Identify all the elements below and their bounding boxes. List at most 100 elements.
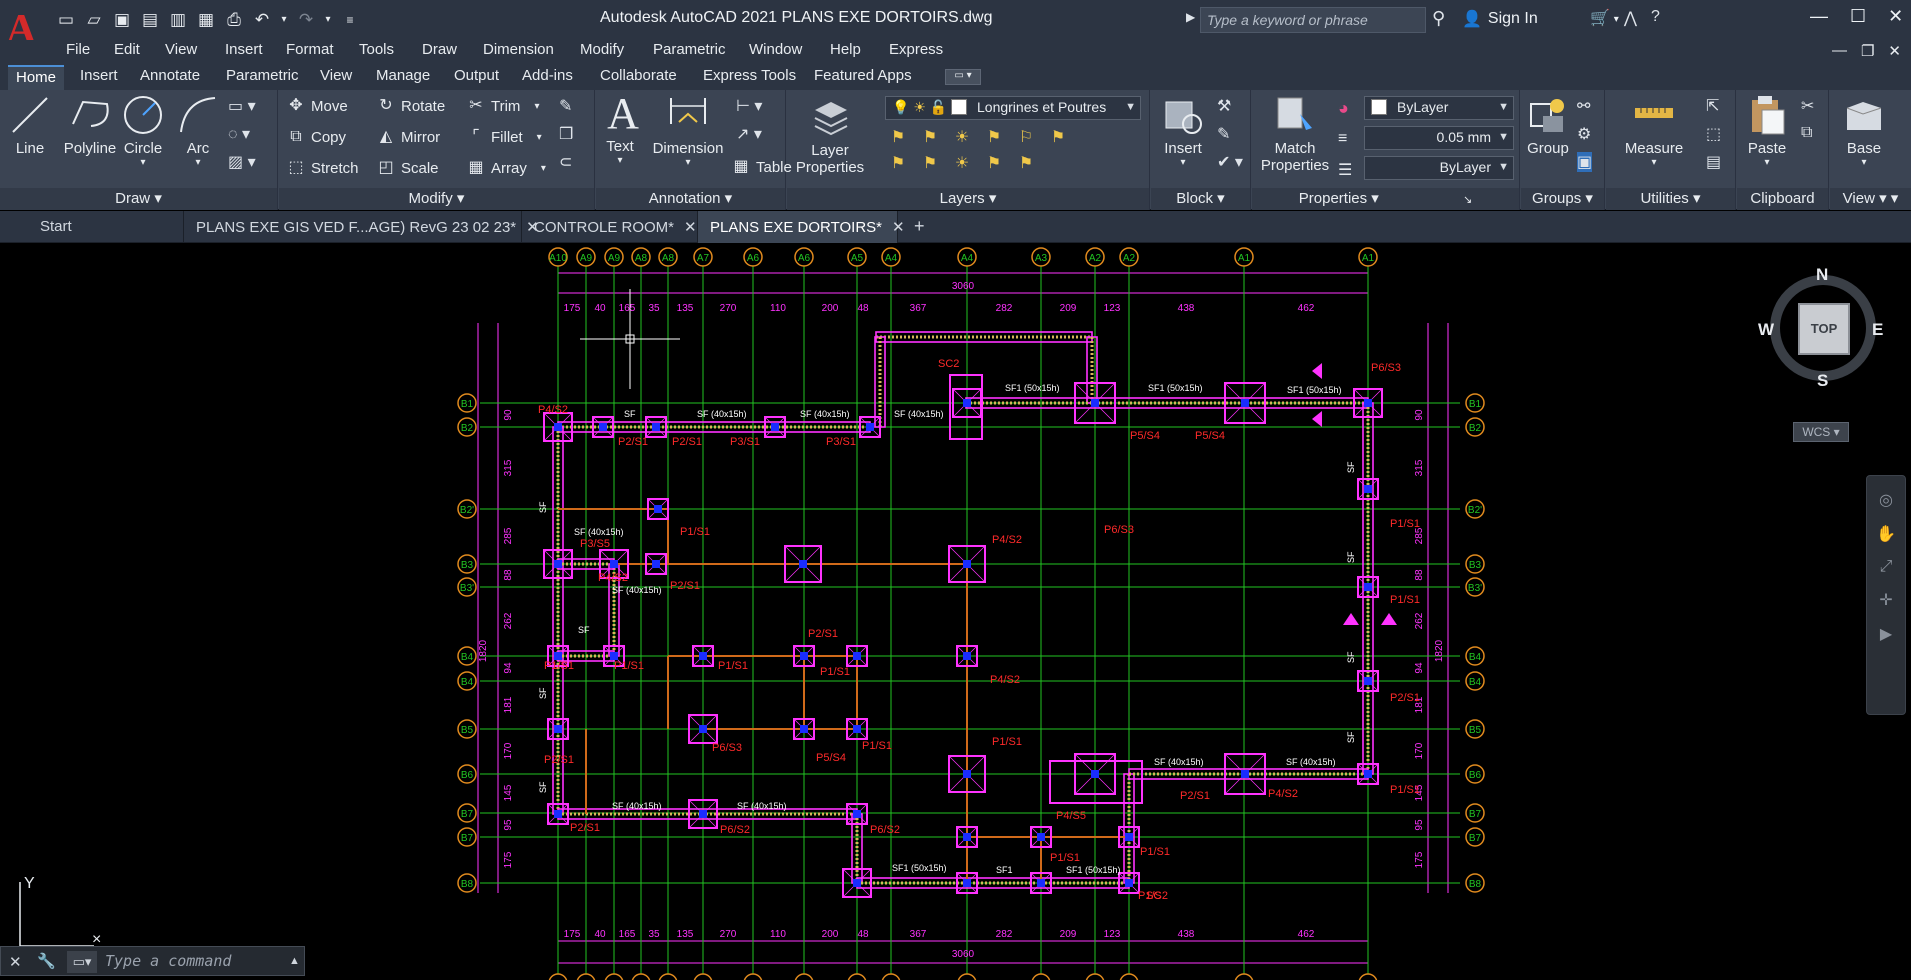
customize-qat-icon[interactable]: ≡ — [339, 9, 361, 31]
calculator-icon[interactable]: ▤ — [1706, 152, 1721, 172]
hatch-icon[interactable]: ◌ ▾ — [228, 124, 256, 144]
wcs-menu-button[interactable]: WCS ▾ — [1793, 422, 1849, 442]
copy-button[interactable]: ⧉ Copy — [287, 128, 346, 146]
lineweight-dropdown[interactable]: 0.05 mm ▼ — [1364, 126, 1514, 150]
layer-tool-6-icon[interactable]: ⚑ — [1047, 128, 1069, 148]
tab-insert[interactable]: Insert — [72, 65, 126, 90]
line-button[interactable]: Line — [8, 94, 52, 157]
save-web-icon[interactable]: ▦ — [195, 9, 217, 31]
help-icon[interactable]: ? — [1651, 8, 1660, 28]
dimension-button[interactable]: Dimension ▾ — [650, 94, 726, 168]
new-icon[interactable]: ▭ — [55, 9, 77, 31]
rectangle-icon[interactable]: ▭ ▾ — [228, 96, 256, 116]
layer-tool-9-icon[interactable]: ☀ — [951, 154, 973, 174]
doc-close-icon[interactable]: ✕ — [1888, 42, 1901, 60]
open-web-icon[interactable]: ▥ — [167, 9, 189, 31]
layer-tool-8-icon[interactable]: ⚑ — [919, 154, 941, 174]
tab-home[interactable]: Home — [8, 65, 65, 90]
viewcube-north[interactable]: N — [1816, 265, 1828, 285]
viewcube-west[interactable]: W — [1758, 320, 1774, 340]
redo-icon[interactable]: ↷ — [295, 9, 317, 31]
cut-icon[interactable]: ✂ — [1801, 96, 1814, 116]
tab-add-ins[interactable]: Add-ins — [514, 65, 581, 90]
menu-express[interactable]: Express — [889, 41, 943, 58]
polyline-button[interactable]: Polyline — [52, 94, 128, 157]
viewcube[interactable]: TOP N S E W — [1758, 265, 1886, 391]
create-block-icon[interactable]: ⚒ — [1217, 96, 1243, 116]
chevron-up-icon[interactable]: ▲ — [289, 955, 300, 967]
close-tab-icon[interactable]: ✕ — [892, 219, 905, 236]
rotate-button[interactable]: ↻ Rotate — [377, 97, 445, 115]
gradient-icon[interactable]: ▨ ▾ — [228, 152, 256, 172]
tab-collaborate[interactable]: Collaborate — [592, 65, 685, 90]
close-icon[interactable]: ✕ — [1888, 6, 1903, 27]
save-as-icon[interactable]: ▤ — [139, 9, 161, 31]
save-icon[interactable]: ▣ — [111, 9, 133, 31]
move-button[interactable]: ✥ Move — [287, 97, 347, 115]
stretch-button[interactable]: ⬚ Stretch — [287, 159, 358, 177]
viewcube-top-face[interactable]: TOP — [1798, 303, 1850, 355]
doc-restore-icon[interactable]: ❐ — [1861, 42, 1874, 60]
circle-button[interactable]: Circle ▾ — [118, 94, 168, 168]
color-dropdown[interactable]: ByLayer ▼ — [1364, 96, 1514, 120]
zoom-extents-icon[interactable]: ⤢ — [1867, 558, 1905, 576]
group-button[interactable]: Group — [1523, 94, 1573, 157]
copy-clip-icon[interactable]: ⧉ — [1801, 124, 1814, 142]
utilities-panel-title[interactable]: Utilities ▾ — [1606, 188, 1735, 210]
layers-panel-title[interactable]: Layers ▾ — [787, 188, 1149, 210]
layer-dropdown[interactable]: 💡 ☀ 🔓 Longrines et Poutres ▼ — [885, 96, 1141, 120]
drawing-canvas[interactable]: A10 A9 A9 A8 A8 A7 A6 A6 A5 A4 A4 A3 A2 A2 A1 A1 B1 B1 B2 B… — [0, 243, 1911, 980]
tab-parametric[interactable]: Parametric — [218, 65, 307, 90]
scale-button[interactable]: ◰ Scale — [377, 159, 438, 177]
plot-icon[interactable]: ⎙ — [223, 9, 245, 31]
quick-select-icon[interactable]: ⇱ — [1706, 96, 1721, 116]
tab-view[interactable]: View — [312, 65, 360, 90]
fillet-button[interactable]: ⌜ Fillet ▾ — [467, 128, 541, 146]
open-icon[interactable]: ▱ — [83, 9, 105, 31]
tab-express-tools[interactable]: Express Tools — [695, 65, 804, 90]
menu-modify[interactable]: Modify — [580, 41, 624, 58]
edit-attributes-icon[interactable]: ✔ ▾ — [1217, 152, 1243, 172]
mirror-button[interactable]: ◭ Mirror — [377, 128, 440, 146]
leader-icon[interactable]: ↗ ▾ — [736, 124, 762, 144]
autodesk-app-icon[interactable]: ⋀ — [1624, 8, 1637, 28]
orbit-icon[interactable]: ✛ — [1867, 590, 1905, 610]
erase-icon[interactable]: ✎ — [559, 96, 573, 116]
menu-draw[interactable]: Draw — [422, 41, 457, 58]
chevron-right-icon[interactable]: ▶ — [1186, 10, 1195, 24]
tab-plans-exe-gis[interactable]: PLANS EXE GIS VED F...AGE) RevG 23 02 23… — [184, 211, 539, 243]
match-properties-button[interactable]: Match Properties — [1256, 94, 1334, 174]
draw-panel-title[interactable]: Draw ▾ — [0, 188, 277, 210]
tab-featured-apps[interactable]: Featured Apps — [806, 65, 920, 90]
pan-icon[interactable]: ✋ — [1867, 524, 1905, 544]
tab-manage[interactable]: Manage — [368, 65, 438, 90]
close-tab-icon[interactable]: ✕ — [684, 219, 697, 236]
menu-tools[interactable]: Tools — [359, 41, 394, 58]
text-button[interactable]: A Text ▾ — [602, 92, 639, 167]
maximize-icon[interactable]: ☐ — [1850, 6, 1866, 27]
layer-tool-10-icon[interactable]: ⚑ — [983, 154, 1005, 174]
tab-annotate[interactable]: Annotate — [132, 65, 208, 90]
tab-controle-room[interactable]: CONTROLE ROOM* ✕ — [522, 211, 698, 243]
viewcube-east[interactable]: E — [1872, 320, 1883, 340]
linear-dim-icon[interactable]: ⊢ ▾ — [736, 96, 762, 116]
layer-tool-4-icon[interactable]: ⚑ — [983, 128, 1005, 148]
linetype-dropdown[interactable]: ByLayer ▼ — [1364, 156, 1514, 180]
cart-icon[interactable]: 🛒 — [1590, 8, 1610, 28]
menu-format[interactable]: Format — [286, 41, 334, 58]
search-icon[interactable]: ⚲ — [1432, 8, 1445, 29]
layer-tool-1-icon[interactable]: ⚑ — [887, 128, 909, 148]
array-button[interactable]: ▦ Array ▾ — [467, 159, 545, 177]
insert-block-button[interactable]: Insert ▾ — [1155, 94, 1211, 168]
tab-start[interactable]: Start — [28, 211, 184, 243]
recent-commands-icon[interactable]: ▭▾ — [67, 951, 97, 973]
menu-view[interactable]: View — [165, 41, 197, 58]
undo-dropdown-icon[interactable]: ▾ — [279, 9, 289, 31]
groups-panel-title[interactable]: Groups ▾ — [1521, 188, 1604, 210]
view-panel-title[interactable]: View ▾ ▾ — [1830, 188, 1911, 210]
showmotion-icon[interactable]: ▶ — [1867, 624, 1905, 644]
layer-tool-3-icon[interactable]: ☀ — [951, 128, 973, 148]
measure-button[interactable]: Measure ▾ — [1614, 94, 1694, 168]
layer-tool-2-icon[interactable]: ⚑ — [919, 128, 941, 148]
paste-button[interactable]: Paste ▾ — [1741, 94, 1793, 168]
